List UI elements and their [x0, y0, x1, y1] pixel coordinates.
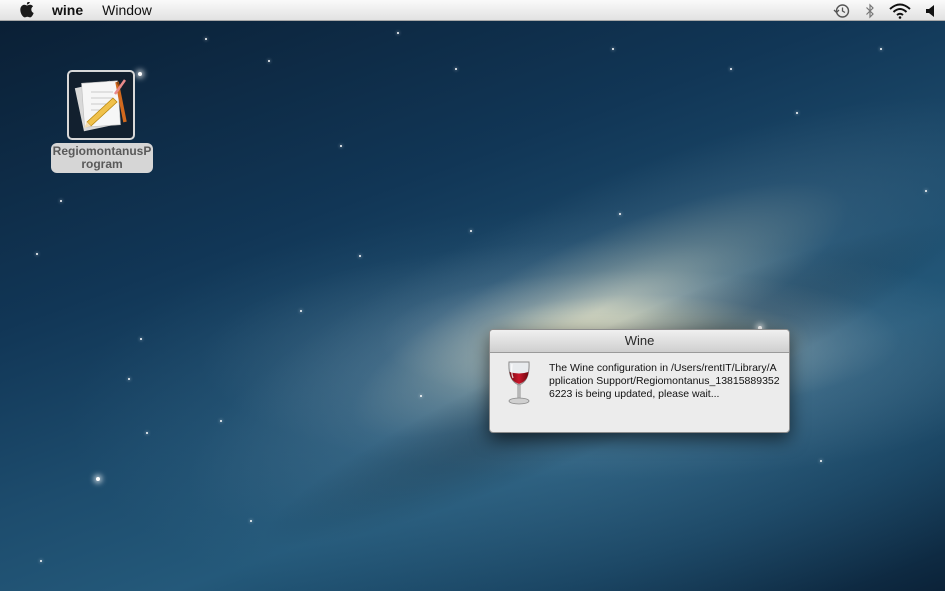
star — [420, 395, 422, 397]
status-icons — [819, 0, 937, 21]
apple-icon[interactable] — [18, 1, 36, 19]
dialog-message: The Wine configuration in /Users/rentIT/… — [549, 362, 780, 400]
star — [96, 477, 100, 481]
app-menu-wine[interactable]: wine — [52, 0, 83, 21]
star — [880, 48, 882, 50]
star — [268, 60, 270, 62]
star — [128, 378, 130, 380]
dialog-title: Wine — [624, 333, 655, 348]
star — [146, 432, 148, 434]
star — [619, 213, 621, 215]
star — [60, 200, 62, 202]
menu-bar: wine Window — [0, 0, 945, 21]
star — [359, 255, 361, 257]
star — [340, 145, 342, 147]
dialog-title-bar[interactable]: Wine — [490, 330, 789, 353]
star — [40, 560, 42, 562]
star — [925, 190, 927, 192]
star — [36, 253, 38, 255]
wine-glass-icon — [506, 359, 532, 407]
star — [730, 68, 732, 70]
bluetooth-icon[interactable] — [865, 3, 875, 19]
galaxy-band — [140, 17, 945, 591]
star — [455, 68, 457, 70]
wine-dialog: Wine The Wine configuration in /Users/re… — [489, 329, 790, 433]
star — [250, 520, 252, 522]
wifi-icon[interactable] — [889, 3, 911, 19]
star — [140, 338, 142, 340]
time-machine-icon[interactable] — [833, 3, 851, 19]
desktop: wine Window RegiomontanusProgram Wine Th… — [0, 0, 945, 591]
star — [796, 112, 798, 114]
star — [397, 32, 399, 34]
star — [612, 48, 614, 50]
star — [205, 38, 207, 40]
star — [220, 420, 222, 422]
desktop-icon-label[interactable]: RegiomontanusProgram — [51, 143, 153, 173]
star — [470, 230, 472, 232]
dialog-body: The Wine configuration in /Users/rentIT/… — [490, 353, 789, 432]
star — [820, 460, 822, 462]
document-pencil-icon[interactable] — [67, 70, 135, 140]
window-menu[interactable]: Window — [102, 0, 152, 21]
volume-icon[interactable] — [925, 4, 937, 18]
desktop-icon-regiomontanus[interactable]: RegiomontanusProgram — [51, 69, 153, 175]
star — [300, 310, 302, 312]
